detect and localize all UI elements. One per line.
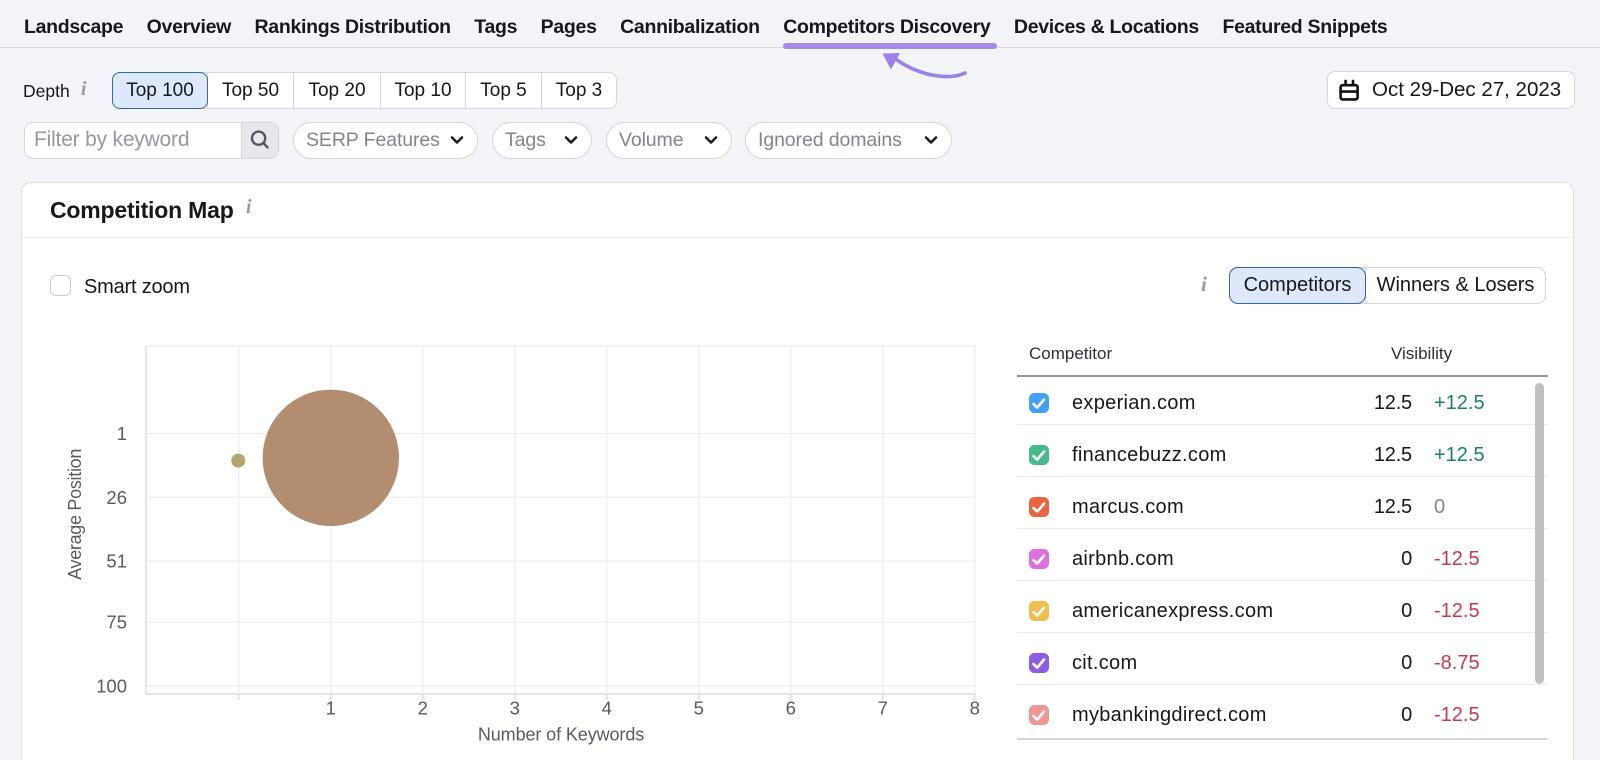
svg-text:Number of Keywords: Number of Keywords [478,725,644,745]
svg-text:4: 4 [602,697,612,718]
svg-text:26: 26 [106,487,127,508]
svg-text:1: 1 [117,423,127,444]
svg-text:75: 75 [106,612,127,633]
svg-text:100: 100 [96,676,127,697]
svg-text:51: 51 [106,551,127,572]
svg-text:Average Position: Average Position [65,449,85,580]
svg-text:5: 5 [694,697,704,718]
svg-text:6: 6 [786,697,796,718]
svg-text:2: 2 [418,697,428,718]
svg-text:1: 1 [326,697,336,718]
svg-text:7: 7 [878,697,888,718]
svg-text:3: 3 [510,697,520,718]
svg-text:8: 8 [970,697,980,718]
